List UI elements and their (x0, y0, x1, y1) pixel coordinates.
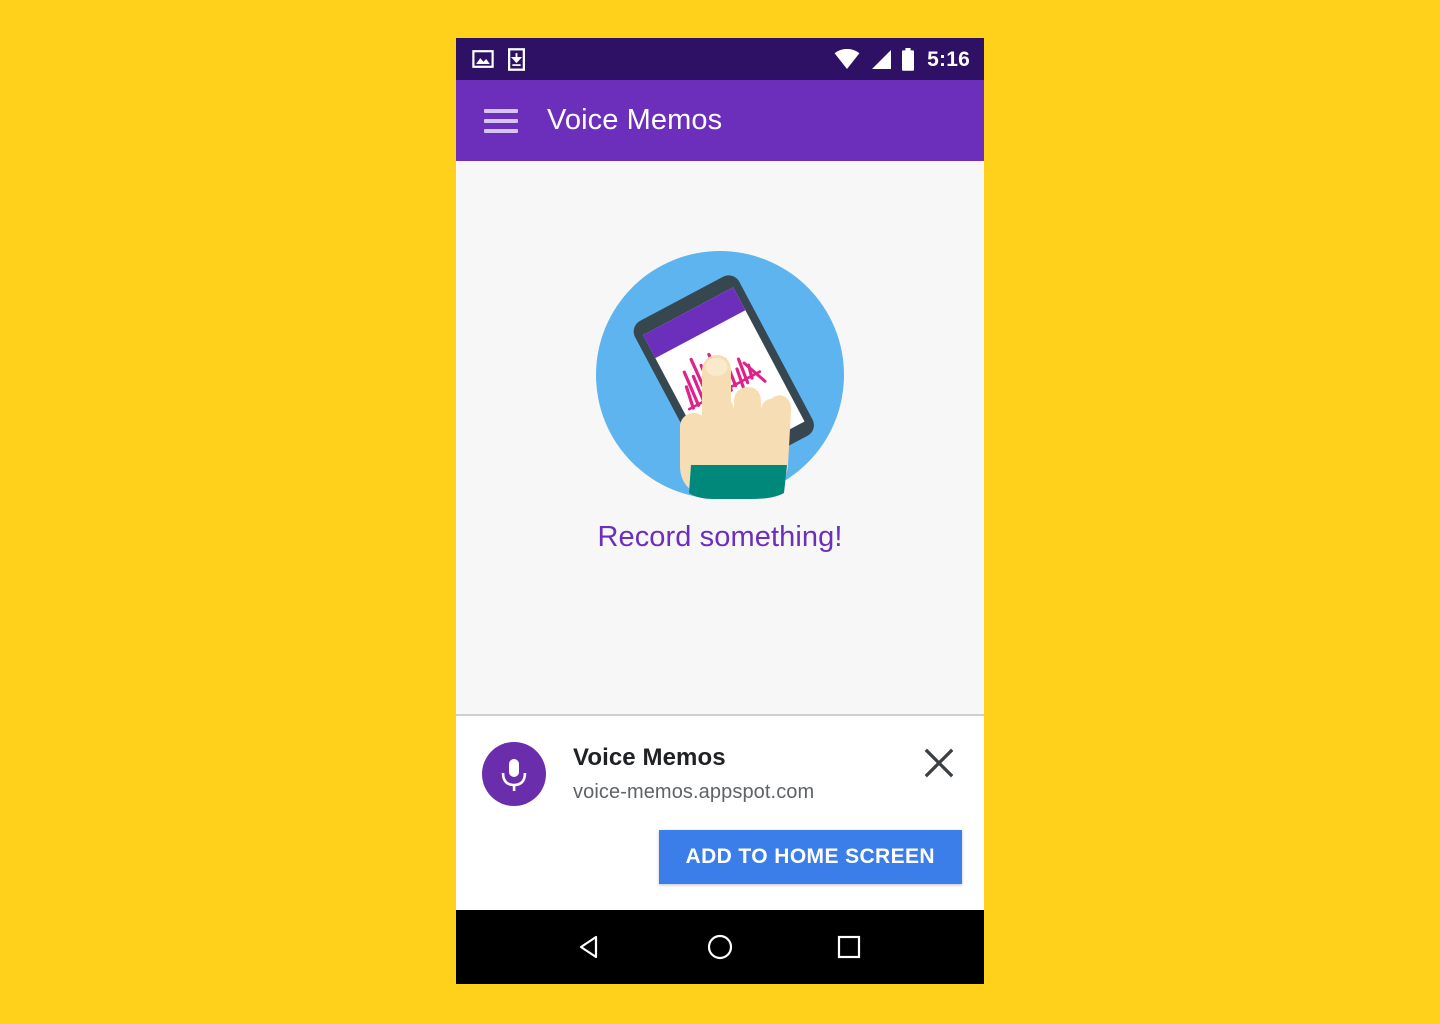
install-banner-texts: Voice Memos voice-memos.appspot.com (573, 742, 814, 804)
screenshot-image-icon (472, 50, 494, 68)
install-banner-title: Voice Memos (573, 744, 726, 771)
hamburger-line (484, 118, 518, 123)
hamburger-menu-icon[interactable] (484, 108, 518, 133)
cellular-signal-icon (872, 49, 892, 69)
hamburger-line (484, 108, 518, 113)
status-bar-left-icons (472, 47, 525, 71)
hand-holding-phone-illustration (596, 251, 844, 499)
recents-button[interactable] (834, 932, 864, 962)
status-bar-clock: 5:16 (927, 47, 970, 71)
install-banner: Voice Memos voice-memos.appspot.com ADD … (456, 714, 984, 910)
hamburger-line (484, 128, 518, 133)
wifi-icon (834, 48, 860, 69)
close-icon[interactable] (922, 746, 956, 780)
add-to-home-screen-button[interactable]: ADD TO HOME SCREEN (658, 830, 962, 884)
download-icon (508, 47, 525, 71)
android-nav-bar (456, 910, 984, 984)
battery-icon (902, 47, 915, 71)
main-content: Record something! (456, 161, 984, 714)
sleeve-shape (689, 465, 787, 499)
microphone-icon (482, 742, 546, 806)
install-banner-header: Voice Memos voice-memos.appspot.com (482, 742, 958, 806)
app-title: Voice Memos (547, 104, 723, 136)
status-bar: 5:16 (456, 38, 984, 80)
home-button[interactable] (705, 932, 735, 962)
install-banner-url: voice-memos.appspot.com (573, 781, 815, 803)
back-button[interactable] (576, 932, 606, 962)
empty-state-message: Record something! (597, 521, 843, 553)
app-bar: Voice Memos (456, 80, 984, 161)
phone-screen: 5:16 Voice Memos Record something! Voice… (456, 38, 984, 984)
status-bar-right-icons: 5:16 (834, 47, 970, 71)
